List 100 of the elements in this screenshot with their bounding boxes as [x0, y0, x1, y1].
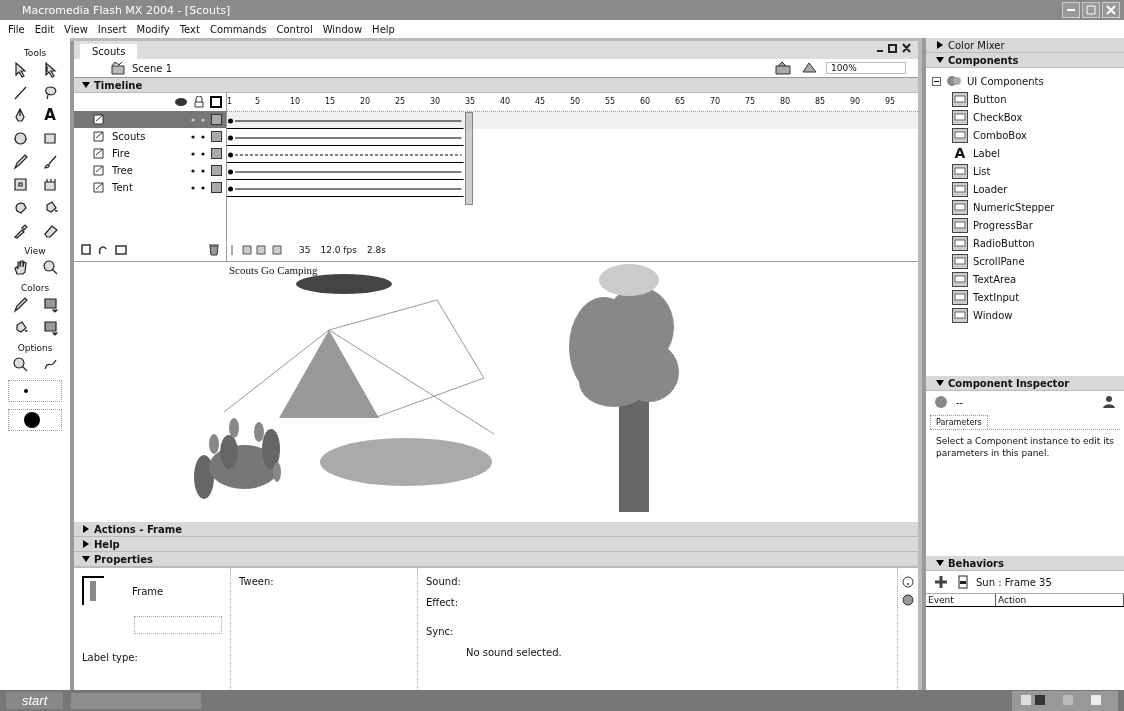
timeline-header[interactable]: Timeline	[74, 78, 918, 93]
column-header[interactable]: Action	[996, 594, 1124, 606]
zoom-field[interactable]: 100%	[826, 62, 906, 74]
scene-label[interactable]: Scene 1	[132, 62, 173, 74]
outline-swatch-icon[interactable]	[211, 114, 222, 125]
menu-item[interactable]: Window	[322, 23, 363, 35]
stroke-size-dropdown[interactable]	[8, 380, 62, 402]
panel-header[interactable]: Color Mixer	[926, 38, 1124, 53]
disclosure-triangle-icon[interactable]	[936, 379, 944, 387]
unlocked-dot-icon[interactable]	[201, 168, 205, 173]
shape-dropdown[interactable]	[8, 409, 62, 431]
help-icon[interactable]	[902, 576, 914, 588]
unlocked-dot-icon[interactable]	[201, 151, 205, 156]
component-item[interactable]: Label	[973, 147, 1000, 159]
layer-row[interactable]: Scouts	[74, 128, 226, 145]
menu-item[interactable]: File	[8, 23, 25, 35]
panel-header[interactable]: Properties	[74, 552, 918, 567]
component-item[interactable]: CheckBox	[973, 111, 1023, 123]
layer-row[interactable]: Tent	[74, 179, 226, 196]
component-item[interactable]: Button	[973, 93, 1007, 105]
layer-buttons-icon[interactable]	[80, 242, 130, 256]
eye-icon[interactable]	[174, 96, 188, 108]
outline-swatch-icon[interactable]	[211, 165, 222, 176]
panel-header[interactable]: Component Inspector	[926, 376, 1124, 391]
disclosure-triangle-icon[interactable]	[82, 555, 90, 563]
outline-icon[interactable]	[210, 96, 222, 108]
frame-label-field[interactable]	[134, 616, 222, 634]
visible-dot-icon[interactable]	[191, 134, 195, 139]
menu-item[interactable]: Control	[276, 23, 313, 35]
parameters-tab[interactable]: Parameters	[930, 415, 988, 429]
disclosure-triangle-icon[interactable]	[82, 81, 90, 89]
panel-header[interactable]: Components	[926, 53, 1124, 68]
hand-icon[interactable]	[11, 259, 29, 276]
swatch-icon[interactable]	[41, 319, 59, 336]
document-tab[interactable]: Scouts	[80, 44, 138, 59]
collapse-icon[interactable]	[932, 76, 941, 86]
disclosure-triangle-icon[interactable]	[82, 540, 90, 548]
unlocked-dot-icon[interactable]	[201, 117, 205, 122]
window-controls-icon[interactable]	[876, 43, 912, 53]
target-icon[interactable]	[902, 594, 914, 606]
layer-row[interactable]: Fire	[74, 145, 226, 162]
component-item[interactable]: Loader	[973, 183, 1008, 195]
component-item[interactable]: List	[973, 165, 991, 177]
menu-item[interactable]: View	[64, 23, 88, 35]
component-item[interactable]: RadioButton	[973, 237, 1035, 249]
disclosure-triangle-icon[interactable]	[936, 41, 944, 49]
menu-item[interactable]: Insert	[97, 23, 127, 35]
menu-item[interactable]: Edit	[34, 23, 55, 35]
visible-dot-icon[interactable]	[191, 168, 195, 173]
visible-dot-icon[interactable]	[191, 151, 195, 156]
panel-header[interactable]: Actions - Frame	[74, 522, 918, 537]
person-icon[interactable]	[1102, 395, 1116, 409]
rectangle-icon[interactable]	[41, 130, 59, 147]
component-item[interactable]: ComboBox	[973, 129, 1027, 141]
component-item[interactable]: TextArea	[973, 273, 1017, 285]
menu-item[interactable]: Help	[372, 23, 395, 35]
swatch-icon[interactable]	[41, 296, 59, 313]
menu-item[interactable]: Text	[179, 23, 200, 35]
panel-header[interactable]: Behaviors	[926, 556, 1124, 571]
pencil-icon[interactable]	[11, 296, 29, 313]
zoom-icon[interactable]	[41, 259, 59, 276]
outline-swatch-icon[interactable]	[211, 131, 222, 142]
visible-dot-icon[interactable]	[191, 185, 195, 190]
minimize-button[interactable]	[1062, 2, 1080, 18]
lock-icon[interactable]	[193, 96, 205, 108]
component-icon	[952, 253, 968, 269]
layer-row[interactable]: Tree	[74, 162, 226, 179]
start-button[interactable]: start	[6, 692, 64, 709]
visible-dot-icon[interactable]	[191, 117, 195, 122]
column-header[interactable]: Event	[926, 594, 996, 606]
transform-icon[interactable]	[11, 176, 29, 193]
disclosure-triangle-icon[interactable]	[936, 56, 944, 64]
unlocked-dot-icon[interactable]	[201, 134, 205, 139]
outline-swatch-icon[interactable]	[211, 148, 222, 159]
component-item[interactable]: NumericStepper	[973, 201, 1055, 213]
add-behavior-icon[interactable]	[934, 575, 950, 589]
close-button[interactable]	[1102, 2, 1120, 18]
brush-icon[interactable]	[41, 153, 59, 170]
frame-number: 70	[710, 97, 721, 106]
panel-header[interactable]: Help	[74, 537, 918, 552]
edit-symbols-icon[interactable]	[774, 60, 794, 76]
component-item[interactable]: ScrollPane	[973, 255, 1025, 267]
disclosure-triangle-icon[interactable]	[936, 559, 944, 567]
text-tool-icon[interactable]: A	[44, 107, 56, 124]
menu-item[interactable]: Commands	[209, 23, 267, 35]
effect-label: Effect:	[426, 597, 460, 608]
component-group[interactable]: UI Components	[967, 75, 1044, 87]
frame-number: 65	[675, 97, 686, 106]
zoom-icon[interactable]	[11, 356, 29, 373]
unlocked-dot-icon[interactable]	[201, 185, 205, 190]
component-item[interactable]: Window	[973, 309, 1013, 321]
disclosure-triangle-icon[interactable]	[82, 525, 90, 533]
trash-icon[interactable]	[208, 242, 220, 256]
component-item[interactable]: TextInput	[973, 291, 1020, 303]
outline-swatch-icon[interactable]	[211, 182, 222, 193]
pencil-icon[interactable]	[11, 153, 29, 170]
component-icon	[952, 271, 968, 287]
menu-item[interactable]: Modify	[136, 23, 170, 35]
component-item[interactable]: ProgressBar	[973, 219, 1033, 231]
playhead[interactable]	[464, 112, 473, 205]
